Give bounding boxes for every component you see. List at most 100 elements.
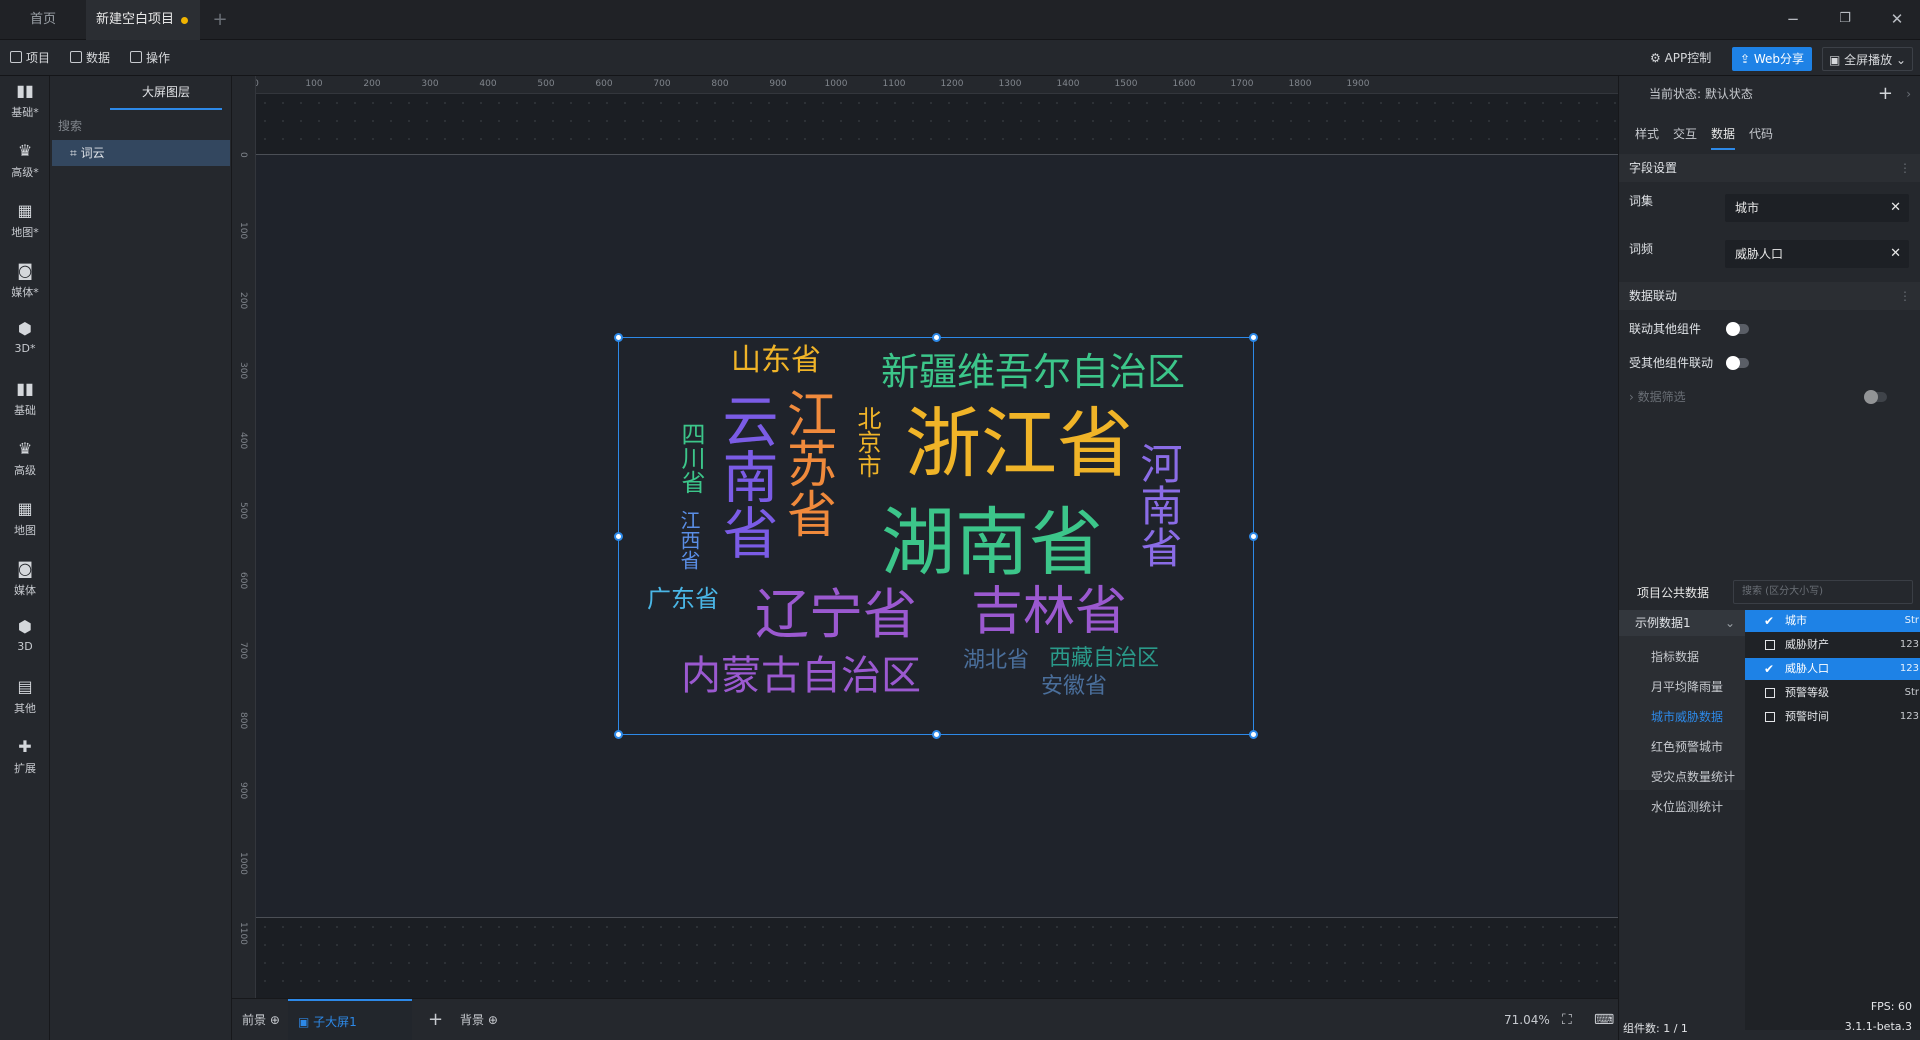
rail-item-media-star[interactable]: ◙ 媒体* bbox=[0, 256, 50, 314]
tab-home[interactable]: 首页 bbox=[0, 0, 86, 40]
tab-data[interactable]: 数据 bbox=[1711, 124, 1736, 150]
tab-interaction[interactable]: 交互 bbox=[1673, 124, 1697, 150]
close-button[interactable]: ✕ bbox=[1874, 0, 1920, 40]
word-set-field[interactable]: 城市 ✕ bbox=[1725, 194, 1909, 222]
wordcloud-widget[interactable]: 浙江省 湖南省 新疆维吾尔自治区 山东省 云南省 江苏省 北京市 四川省 江西省… bbox=[614, 333, 1258, 739]
tab-style[interactable]: 样式 bbox=[1635, 124, 1659, 150]
word-beijing: 北京市 bbox=[853, 406, 881, 478]
cube-icon: ⬢ bbox=[18, 617, 32, 636]
layer-item-wordcloud[interactable]: ⌗ 词云 bbox=[52, 140, 230, 166]
minimize-button[interactable]: − bbox=[1770, 0, 1816, 40]
rail-item-advanced-star[interactable]: ♛ 高级* bbox=[0, 136, 50, 194]
resize-handle-w[interactable] bbox=[614, 532, 623, 541]
ruler-tick: 1700 bbox=[1230, 79, 1254, 89]
rail-item-extension[interactable]: ✚ 扩展 bbox=[0, 732, 50, 790]
more-icon[interactable]: ⋮ bbox=[1899, 154, 1911, 182]
map-icon: ▦ bbox=[17, 499, 33, 518]
checkbox[interactable] bbox=[1765, 640, 1775, 650]
tab-code[interactable]: 代码 bbox=[1749, 124, 1773, 150]
field-type: 123 bbox=[1899, 711, 1919, 722]
ruler-vertical[interactable]: 0 100 200 300 400 500 600 700 800 900 1000 1100 bbox=[232, 76, 256, 998]
dataset-item-active[interactable]: 城市威胁数据 bbox=[1651, 708, 1723, 725]
rail-item-label: 基础* bbox=[11, 106, 39, 119]
data-menu[interactable]: 数据 bbox=[70, 40, 110, 76]
check-icon[interactable]: ✔ bbox=[1764, 610, 1774, 632]
current-state-row[interactable]: 当前状态: 默认状态 + › bbox=[1619, 76, 1920, 112]
check-icon[interactable]: ✔ bbox=[1764, 658, 1774, 680]
resize-handle-ne[interactable] bbox=[1249, 333, 1258, 342]
checkbox[interactable] bbox=[1765, 688, 1775, 698]
rail-item-map[interactable]: ▦ 地图 bbox=[0, 494, 50, 552]
dataset-item[interactable]: 指标数据 bbox=[1651, 648, 1699, 665]
dataset-item[interactable]: 红色预警城市 bbox=[1651, 738, 1723, 755]
rail-item-media[interactable]: ◙ 媒体 bbox=[0, 554, 50, 612]
rail-item-basic-star[interactable]: ▮▮ 基础* bbox=[0, 76, 50, 134]
linked-by-other-toggle[interactable] bbox=[1726, 356, 1749, 370]
rail-item-label: 地图 bbox=[14, 524, 36, 537]
add-circle-icon[interactable]: ⊕ bbox=[266, 1013, 280, 1027]
resize-handle-nw[interactable] bbox=[614, 333, 623, 342]
more-icon[interactable]: ⋮ bbox=[1899, 282, 1911, 310]
rail-item-map-star[interactable]: ▦ 地图* bbox=[0, 196, 50, 254]
resize-handle-e[interactable] bbox=[1249, 532, 1258, 541]
background-tab[interactable]: 背景 ⊕ bbox=[460, 999, 498, 1040]
data-filter-label[interactable]: › 数据筛选 bbox=[1629, 388, 1686, 405]
ruler-tick: 1500 bbox=[1114, 79, 1138, 89]
fullscreen-play-button[interactable]: ▣ 全屏播放 ⌄ bbox=[1822, 47, 1914, 71]
close-icon[interactable]: ✕ bbox=[1890, 240, 1901, 268]
section-data-linkage[interactable]: 数据联动 ⋮ bbox=[1619, 282, 1920, 310]
section-field-settings[interactable]: 字段设置 ⋮ bbox=[1619, 154, 1920, 182]
restore-button[interactable]: ❐ bbox=[1822, 0, 1868, 40]
resize-handle-n[interactable] bbox=[932, 333, 941, 342]
field-row[interactable]: ✔ 威胁人口 123 bbox=[1745, 658, 1920, 680]
rail-item-other[interactable]: ▤ 其他 bbox=[0, 672, 50, 730]
resize-handle-se[interactable] bbox=[1249, 730, 1258, 739]
word-freq-value: 威胁人口 bbox=[1735, 247, 1784, 261]
rail-item-basic[interactable]: ▮▮ 基础 bbox=[0, 374, 50, 432]
foreground-tab[interactable]: 前景 ⊕ bbox=[242, 999, 280, 1040]
close-icon[interactable]: ✕ bbox=[1890, 194, 1901, 222]
foreground-label: 前景 bbox=[242, 1013, 267, 1027]
data-filter-toggle[interactable] bbox=[1864, 390, 1887, 404]
web-share-button[interactable]: ⇪ Web分享 bbox=[1732, 47, 1813, 71]
add-tab-button[interactable]: + bbox=[208, 0, 232, 40]
add-circle-icon[interactable]: ⊕ bbox=[484, 1013, 498, 1027]
add-screen-button[interactable]: + bbox=[428, 999, 443, 1040]
public-data-search-input[interactable]: 搜索 (区分大小写) bbox=[1733, 580, 1913, 604]
sub-screen-tab[interactable]: ▣ 子大屏1 bbox=[288, 999, 412, 1040]
rail-item-label: 高级 bbox=[14, 464, 36, 477]
chevron-down-icon[interactable]: ⌄ bbox=[1892, 53, 1906, 67]
resize-handle-s[interactable] bbox=[932, 730, 941, 739]
ruler-horizontal[interactable]: 0 100 200 300 400 500 600 700 800 900 1000 1100 1200… bbox=[253, 76, 1618, 94]
field-row[interactable]: 预警时间 123 bbox=[1745, 706, 1920, 728]
ops-menu[interactable]: 操作 bbox=[130, 40, 170, 76]
zoom-level[interactable]: 71.04% bbox=[1504, 999, 1550, 1040]
add-state-icon[interactable]: + bbox=[1878, 76, 1893, 112]
keyboard-icon[interactable]: ⌨ bbox=[1594, 999, 1614, 1040]
project-menu[interactable]: 项目 bbox=[10, 40, 50, 76]
tab-screen-layers[interactable]: 大屏图层 bbox=[110, 76, 222, 112]
checkbox[interactable] bbox=[1765, 712, 1775, 722]
canvas-margin-top bbox=[256, 94, 1618, 154]
field-row[interactable]: 预警等级 Str bbox=[1745, 682, 1920, 704]
fit-screen-icon[interactable]: ⛶ bbox=[1562, 999, 1572, 1040]
rail-item-3d[interactable]: ⬢ 3D bbox=[0, 612, 50, 670]
field-name: 预警等级 bbox=[1785, 686, 1829, 699]
link-other-toggle[interactable] bbox=[1726, 322, 1749, 336]
dataset-select[interactable]: 示例数据1 ⌄ bbox=[1619, 610, 1745, 636]
word-freq-field[interactable]: 威胁人口 ✕ bbox=[1725, 240, 1909, 268]
section-title: 数据联动 bbox=[1629, 289, 1678, 303]
app-control-button[interactable]: ⚙ APP控制 bbox=[1650, 40, 1711, 76]
chevron-right-icon[interactable]: › bbox=[1906, 76, 1911, 112]
ruler-tick: 200 bbox=[238, 292, 248, 310]
field-row[interactable]: ✔ 城市 Str bbox=[1745, 610, 1920, 632]
resize-handle-sw[interactable] bbox=[614, 730, 623, 739]
dataset-item[interactable]: 受灾点数量统计 bbox=[1651, 768, 1735, 785]
rail-item-advanced[interactable]: ♛ 高级 bbox=[0, 434, 50, 492]
tab-project[interactable]: 新建空白项目 bbox=[86, 0, 200, 40]
dataset-item[interactable]: 月平均降雨量 bbox=[1651, 678, 1723, 695]
layers-search-input[interactable]: 搜索 bbox=[58, 114, 224, 138]
field-row[interactable]: 威胁财产 123 bbox=[1745, 634, 1920, 656]
dataset-item[interactable]: 水位监测统计 bbox=[1651, 798, 1723, 815]
rail-item-3d-star[interactable]: ⬢ 3D* bbox=[0, 314, 50, 372]
